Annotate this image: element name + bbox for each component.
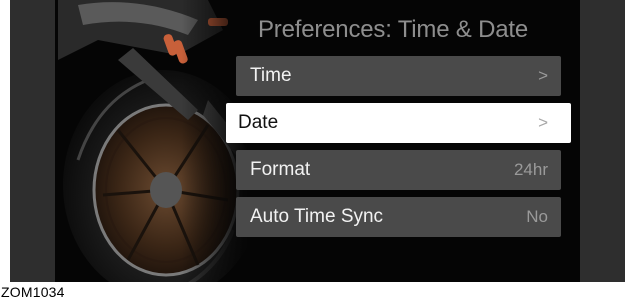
chevron-right-icon: > (538, 113, 548, 132)
motorcycle-rear-wheel-image (58, 0, 248, 282)
figure-code-label: ZOM1034 (0, 283, 69, 301)
page-title: Preferences: Time & Date (258, 16, 528, 43)
chevron-right-icon: > (538, 66, 548, 85)
menu-item-format[interactable]: Format 24hr (236, 150, 561, 190)
menu-item-auto-time-sync[interactable]: Auto Time Sync No (236, 197, 561, 237)
right-bezel (580, 0, 625, 282)
menu-item-time[interactable]: Time > (236, 56, 561, 96)
left-bezel (10, 0, 55, 282)
menu-item-label: Auto Time Sync (250, 206, 384, 227)
menu-item-label: Time (250, 65, 292, 86)
auto-time-sync-value: No (526, 207, 548, 226)
menu-item-label: Format (250, 159, 311, 180)
format-value: 24hr (513, 160, 548, 179)
menu-item-date[interactable]: Date > (226, 103, 571, 143)
menu-item-label: Date (238, 112, 279, 133)
display-screen: Preferences: Time & Date Time > Date > F… (10, 0, 625, 282)
